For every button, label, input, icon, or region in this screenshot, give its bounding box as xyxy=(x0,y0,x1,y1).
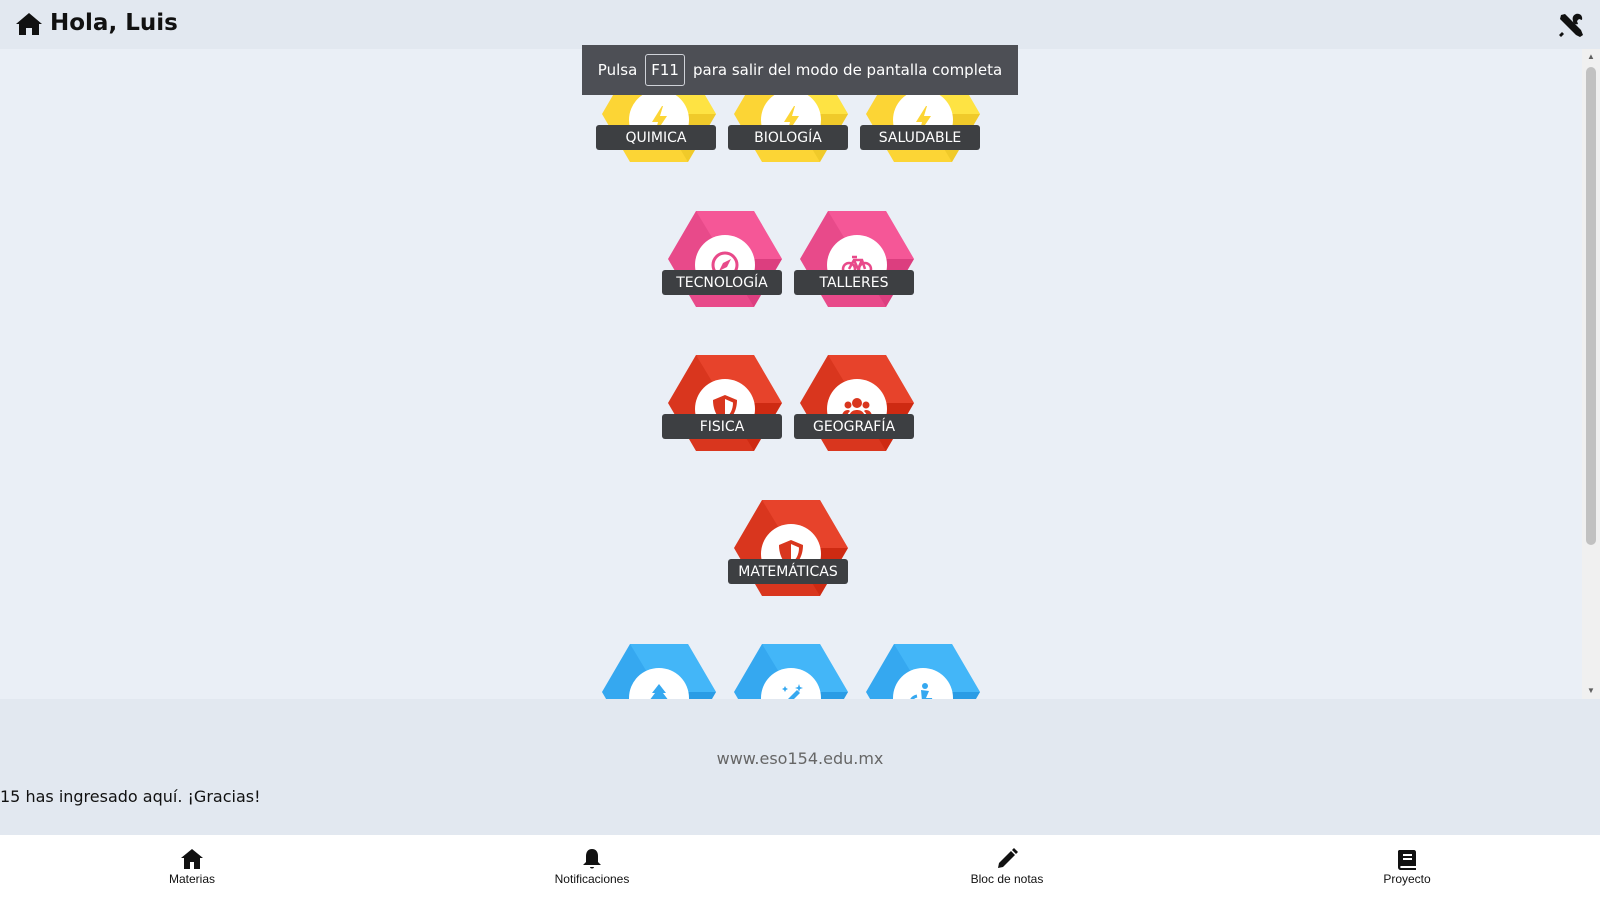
visit-counter: 15 has ingresado aquí. ¡Gracias! xyxy=(0,787,261,806)
nav-label: Bloc de notas xyxy=(970,872,1044,886)
subject-badge[interactable]: GEOGRAFÍA xyxy=(794,353,916,453)
subject-badge[interactable]: FISICA xyxy=(662,353,784,453)
nav-label: Materias xyxy=(168,872,215,886)
nav-item-bloc-de-notas[interactable]: Bloc de notas xyxy=(947,847,1067,886)
pencil-icon xyxy=(998,848,1018,868)
subject-label[interactable]: TECNOLOGÍA xyxy=(662,270,782,295)
subject-badge[interactable]: TECNOLOGÍA xyxy=(662,209,784,309)
magic-wand-icon xyxy=(782,684,803,699)
tree-icon xyxy=(650,684,668,699)
nav-item-materias[interactable]: Materias xyxy=(132,847,252,886)
nav-item-proyecto[interactable]: Proyecto xyxy=(1347,847,1467,886)
subject-label[interactable]: GEOGRAFÍA xyxy=(794,414,914,439)
bell-icon xyxy=(583,849,601,869)
home-icon xyxy=(181,849,203,869)
toast-key: F11 xyxy=(645,54,685,86)
page-title: Hola, Luis xyxy=(50,10,178,36)
subject-badge[interactable] xyxy=(600,642,718,699)
scroll-down-arrow-icon[interactable]: ▼ xyxy=(1586,686,1596,696)
subject-label[interactable]: FISICA xyxy=(662,414,782,439)
fullscreen-toast: Pulsa F11 para salir del modo de pantall… xyxy=(582,45,1018,95)
subjects-area: QUIMICA BIOLOGÍA SALUDABLE TECNOLOGÍA TALLER… xyxy=(0,49,1600,699)
subject-badge[interactable]: TALLERES xyxy=(794,209,916,309)
site-url: www.eso154.edu.mx xyxy=(716,749,884,768)
subject-badge[interactable]: MATEMÁTICAS xyxy=(728,498,850,598)
wheelchair-icon xyxy=(910,683,933,699)
nav-label: Notificaciones xyxy=(554,872,630,886)
home-icon[interactable] xyxy=(15,12,43,36)
nav-item-notificaciones[interactable]: Notificaciones xyxy=(532,847,652,886)
app-header: Hola, Luis xyxy=(0,0,1600,49)
nav-label: Proyecto xyxy=(1383,872,1431,886)
scroll-up-arrow-icon[interactable]: ▲ xyxy=(1586,52,1596,62)
subject-label[interactable]: TALLERES xyxy=(794,270,914,295)
footer: www.eso154.edu.mx 15 has ingresado aquí.… xyxy=(0,699,1600,835)
scrollbar[interactable]: ▲ ▼ xyxy=(1582,49,1600,699)
toast-text-after: para salir del modo de pantalla completa xyxy=(692,61,1003,79)
subject-label[interactable]: SALUDABLE xyxy=(860,125,980,150)
subject-badge[interactable] xyxy=(732,642,850,699)
book-icon xyxy=(1398,850,1416,870)
subject-label[interactable]: BIOLOGÍA xyxy=(728,125,848,150)
tools-icon[interactable] xyxy=(1558,12,1584,38)
subject-label[interactable]: MATEMÁTICAS xyxy=(728,559,848,584)
bottom-navigation: Materias Notificaciones Bloc de notas Pr… xyxy=(0,835,1600,900)
subject-label[interactable]: QUIMICA xyxy=(596,125,716,150)
subject-badge[interactable] xyxy=(864,642,982,699)
scrollbar-thumb[interactable] xyxy=(1586,67,1596,545)
toast-text-before: Pulsa xyxy=(597,61,638,79)
